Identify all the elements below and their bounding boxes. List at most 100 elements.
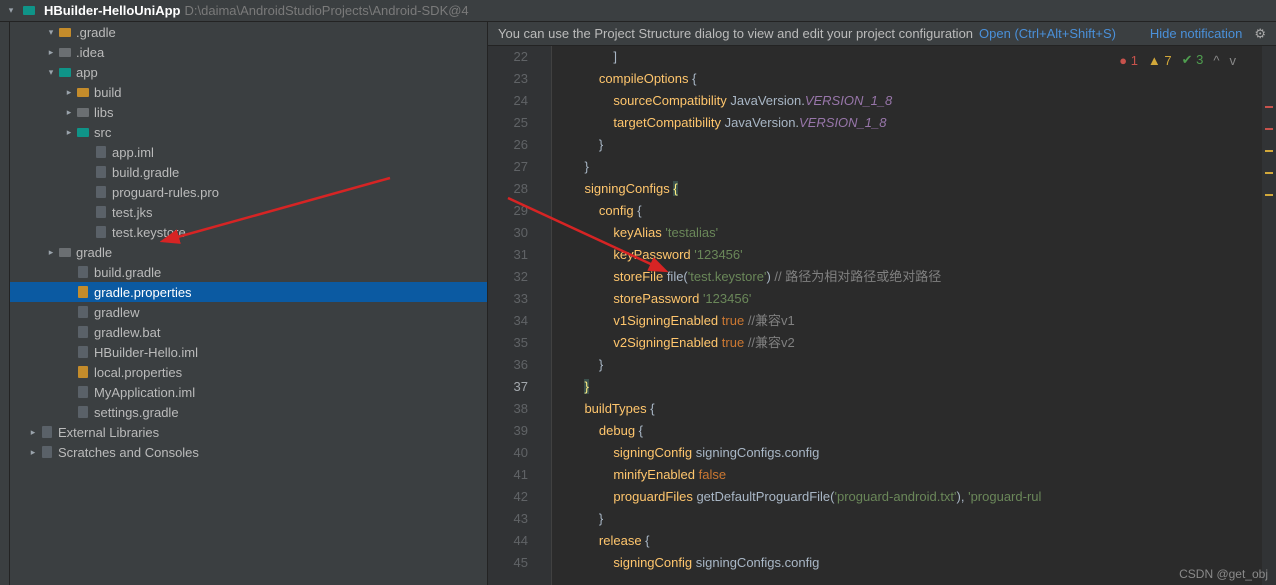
chevron-icon[interactable]: ▸ (64, 127, 74, 138)
tree-item-gradlew[interactable]: gradlew (10, 302, 487, 322)
line-number[interactable]: 34 (488, 310, 528, 332)
code-line[interactable]: keyAlias 'testalias' (570, 222, 1262, 244)
line-number[interactable]: 45 (488, 552, 528, 574)
code-line[interactable]: release { (570, 530, 1262, 552)
line-number[interactable]: 42 (488, 486, 528, 508)
tree-item-src[interactable]: ▸src (10, 122, 487, 142)
code-line[interactable]: targetCompatibility JavaVersion.VERSION_… (570, 112, 1262, 134)
hide-notification-link[interactable]: Hide notification (1150, 26, 1243, 41)
warning-mark[interactable] (1265, 172, 1273, 174)
chevron-icon[interactable]: ▾ (46, 27, 56, 38)
code-line[interactable]: v2SigningEnabled true //兼容v2 (570, 332, 1262, 354)
code-line[interactable]: storeFile file('test.keystore') // 路径为相对… (570, 266, 1262, 288)
tree-item-gradle-properties[interactable]: gradle.properties (10, 282, 487, 302)
line-number[interactable]: 30 (488, 222, 528, 244)
tree-item-proguard-rules-pro[interactable]: proguard-rules.pro (10, 182, 487, 202)
inspection-status[interactable]: ● 1 ▲ 7 ✔ 3 ^ v (1119, 52, 1236, 68)
tree-item-build-gradle[interactable]: build.gradle (10, 262, 487, 282)
chevron-icon[interactable]: ▸ (28, 447, 38, 458)
code-line[interactable]: } (570, 134, 1262, 156)
tree-item-build-gradle[interactable]: build.gradle (10, 162, 487, 182)
line-gutter[interactable]: 2223242526272829303132333435363738394041… (488, 46, 538, 585)
line-number[interactable]: 44 (488, 530, 528, 552)
tool-window-stripe[interactable] (0, 22, 10, 585)
line-number[interactable]: 25 (488, 112, 528, 134)
code-line[interactable]: proguardFiles getDefaultProguardFile('pr… (570, 486, 1262, 508)
code-line[interactable]: debug { (570, 420, 1262, 442)
error-stripe[interactable] (1262, 46, 1276, 585)
chevron-icon[interactable]: ▾ (46, 67, 56, 78)
tree-item-external-libraries[interactable]: ▸External Libraries (10, 422, 487, 442)
open-project-structure-link[interactable]: Open (Ctrl+Alt+Shift+S) (979, 26, 1116, 41)
chevron-icon[interactable]: ▸ (64, 107, 74, 118)
code-line[interactable]: } (570, 156, 1262, 178)
code-line[interactable]: } (570, 508, 1262, 530)
tree-item-gradle[interactable]: ▸gradle (10, 242, 487, 262)
code-line[interactable]: compileOptions { (570, 68, 1262, 90)
code-line[interactable]: signingConfigs { (570, 178, 1262, 200)
line-number[interactable]: 37 (488, 376, 528, 398)
error-mark[interactable] (1265, 106, 1273, 108)
code-content[interactable]: ] compileOptions { sourceCompatibility J… (552, 46, 1262, 585)
tree-item-local-properties[interactable]: local.properties (10, 362, 487, 382)
error-mark[interactable] (1265, 128, 1273, 130)
tree-item-gradlew-bat[interactable]: gradlew.bat (10, 322, 487, 342)
warning-mark[interactable] (1265, 150, 1273, 152)
code-line[interactable]: v1SigningEnabled true //兼容v1 (570, 310, 1262, 332)
code-line[interactable]: minifyEnabled false (570, 464, 1262, 486)
chevron-icon[interactable]: ▸ (46, 47, 56, 58)
tree-item-myapplication-iml[interactable]: MyApplication.iml (10, 382, 487, 402)
line-number[interactable]: 36 (488, 354, 528, 376)
line-number[interactable]: 27 (488, 156, 528, 178)
line-number[interactable]: 33 (488, 288, 528, 310)
line-number[interactable]: 41 (488, 464, 528, 486)
code-line[interactable]: signingConfig signingConfigs.config (570, 552, 1262, 574)
code-line[interactable]: storePassword '123456' (570, 288, 1262, 310)
tree-item-app[interactable]: ▾app (10, 62, 487, 82)
warning-badge[interactable]: ▲ 7 (1148, 53, 1172, 68)
code-line[interactable]: signingConfig signingConfigs.config (570, 442, 1262, 464)
line-number[interactable]: 29 (488, 200, 528, 222)
line-number[interactable]: 24 (488, 90, 528, 112)
line-number[interactable]: 26 (488, 134, 528, 156)
line-number[interactable]: 28 (488, 178, 528, 200)
error-badge[interactable]: ● 1 (1119, 53, 1138, 68)
code-line[interactable]: keyPassword '123456' (570, 244, 1262, 266)
chevron-icon[interactable]: ▸ (46, 247, 56, 258)
tree-item-scratches-and-consoles[interactable]: ▸Scratches and Consoles (10, 442, 487, 462)
ok-badge[interactable]: ✔ 3 (1182, 52, 1204, 68)
editor[interactable]: You can use the Project Structure dialog… (488, 22, 1276, 585)
chevron-icon[interactable]: ▸ (28, 427, 38, 438)
line-number[interactable]: 22 (488, 46, 528, 68)
tree-item--gradle[interactable]: ▾.gradle (10, 22, 487, 42)
code-line[interactable]: } (570, 354, 1262, 376)
expand-icon[interactable]: v (1230, 53, 1237, 68)
chevron-down-icon[interactable]: ▾ (6, 5, 16, 16)
tree-item-app-iml[interactable]: app.iml (10, 142, 487, 162)
tree-item--idea[interactable]: ▸.idea (10, 42, 487, 62)
line-number[interactable]: 35 (488, 332, 528, 354)
line-number[interactable]: 38 (488, 398, 528, 420)
tree-item-build[interactable]: ▸build (10, 82, 487, 102)
project-tree[interactable]: ▾.gradle▸.idea▾app▸build▸libs▸srcapp.iml… (10, 22, 488, 585)
tree-item-test-jks[interactable]: test.jks (10, 202, 487, 222)
line-number[interactable]: 31 (488, 244, 528, 266)
code-line[interactable]: } (570, 376, 1262, 398)
warning-mark[interactable] (1265, 194, 1273, 196)
collapse-icon[interactable]: ^ (1213, 53, 1219, 68)
tree-item-test-keystore[interactable]: test.keystore (10, 222, 487, 242)
fold-gutter[interactable] (538, 46, 552, 585)
code-line[interactable]: buildTypes { (570, 398, 1262, 420)
tree-item-hbuilder-hello-iml[interactable]: HBuilder-Hello.iml (10, 342, 487, 362)
line-number[interactable]: 40 (488, 442, 528, 464)
line-number[interactable]: 32 (488, 266, 528, 288)
line-number[interactable]: 43 (488, 508, 528, 530)
line-number[interactable]: 39 (488, 420, 528, 442)
line-number[interactable]: 23 (488, 68, 528, 90)
settings-icon[interactable]: ⚙ (1254, 26, 1266, 42)
code-line[interactable]: sourceCompatibility JavaVersion.VERSION_… (570, 90, 1262, 112)
tree-item-settings-gradle[interactable]: settings.gradle (10, 402, 487, 422)
tree-item-libs[interactable]: ▸libs (10, 102, 487, 122)
chevron-icon[interactable]: ▸ (64, 87, 74, 98)
code-line[interactable]: config { (570, 200, 1262, 222)
